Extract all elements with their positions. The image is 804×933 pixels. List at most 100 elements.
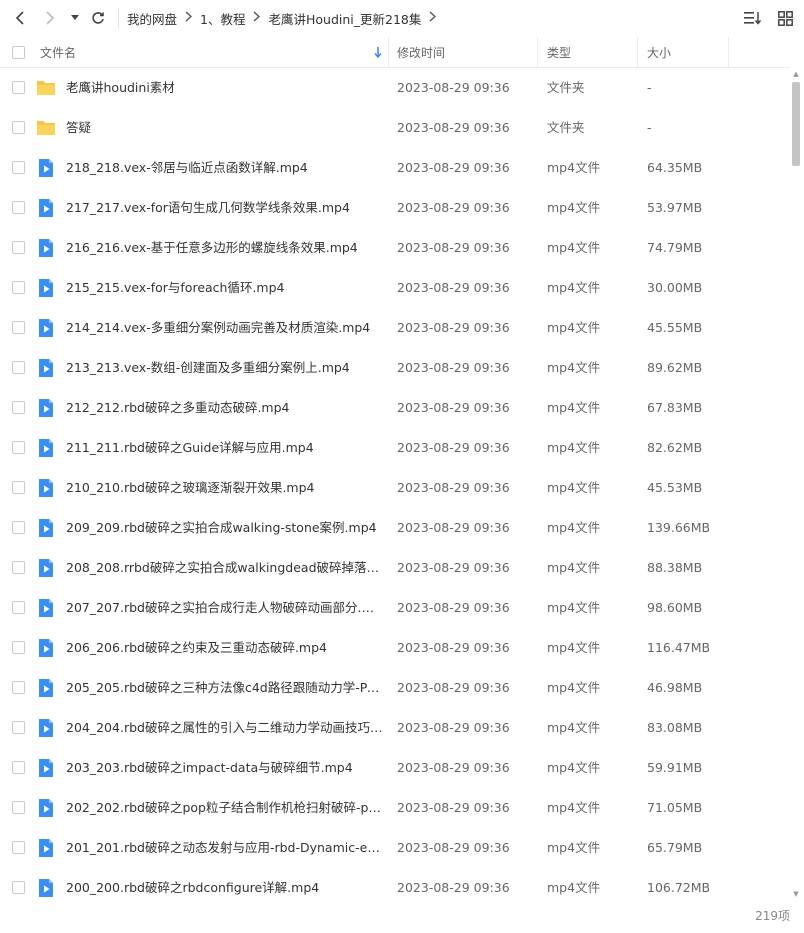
row-checkbox[interactable] <box>12 801 25 814</box>
file-modified-time: 2023-08-29 09:36 <box>397 720 510 735</box>
history-dropdown-button[interactable] <box>68 0 82 36</box>
file-row[interactable]: 206_206.rbd破碎之约束及三重动态破碎.mp4 2023-08-29 09… <box>0 628 790 668</box>
file-name[interactable]: 209_209.rbd破碎之实拍合成walking-stone案例.mp4 <box>66 508 386 548</box>
file-modified-time: 2023-08-29 09:36 <box>397 280 510 295</box>
file-row[interactable]: 210_210.rbd破碎之玻璃逐渐裂开效果.mp4 2023-08-29 09:… <box>0 468 790 508</box>
column-divider[interactable] <box>728 37 729 67</box>
row-checkbox[interactable] <box>12 361 25 374</box>
breadcrumb-item-root[interactable]: 我的网盘 <box>127 9 177 28</box>
item-count: 219项 <box>755 909 790 923</box>
column-divider[interactable] <box>637 37 638 67</box>
file-name[interactable]: 207_207.rbd破碎之实拍合成行走人物破碎动画部分.mp4 <box>66 588 386 628</box>
file-row[interactable]: 201_201.rbd破碎之动态发射与应用-rbd-Dynamic-emis..… <box>0 828 790 868</box>
row-checkbox[interactable] <box>12 241 25 254</box>
file-name[interactable]: 204_204.rbd破碎之属性的引入与二维动力学动画技巧-r... <box>66 708 386 748</box>
file-name[interactable]: 211_211.rbd破碎之Guide详解与应用.mp4 <box>66 428 386 468</box>
sort-desc-icon[interactable] <box>374 37 382 67</box>
row-checkbox[interactable] <box>12 201 25 214</box>
back-button[interactable] <box>8 0 32 36</box>
file-type: mp4文件 <box>547 240 601 255</box>
file-name[interactable]: 213_213.vex-数组-创建面及多重细分案例上.mp4 <box>66 348 386 388</box>
file-name[interactable]: 202_202.rbd破碎之pop粒子结合制作机枪扫射破碎-pop... <box>66 788 386 828</box>
sort-list-icon[interactable] <box>744 9 762 27</box>
file-row[interactable]: 老鹰讲houdini素材 2023-08-29 09:36 文件夹 - <box>0 68 790 108</box>
file-row[interactable]: 205_205.rbd破碎之三种方法像c4d路径跟随动力学-Path... 202… <box>0 668 790 708</box>
row-checkbox[interactable] <box>12 521 25 534</box>
row-checkbox[interactable] <box>12 761 25 774</box>
breadcrumb-item-tutorials[interactable]: 1、教程 <box>200 9 245 28</box>
file-row[interactable]: 214_214.vex-多重细分案例动画完善及材质渲染.mp4 2023-08-2… <box>0 308 790 348</box>
nav-divider <box>118 8 119 28</box>
row-checkbox[interactable] <box>12 121 25 134</box>
refresh-button[interactable] <box>86 0 110 36</box>
file-type: mp4文件 <box>547 640 601 655</box>
forward-button[interactable] <box>38 0 62 36</box>
file-name[interactable]: 201_201.rbd破碎之动态发射与应用-rbd-Dynamic-emis..… <box>66 828 386 868</box>
file-type: mp4文件 <box>547 320 601 335</box>
video-file-icon <box>36 198 56 218</box>
row-checkbox[interactable] <box>12 561 25 574</box>
file-name[interactable]: 218_218.vex-邻居与临近点函数详解.mp4 <box>66 148 386 188</box>
row-checkbox[interactable] <box>12 441 25 454</box>
file-row[interactable]: 204_204.rbd破碎之属性的引入与二维动力学动画技巧-r... 2023-0… <box>0 708 790 748</box>
file-name[interactable]: 216_216.vex-基于任意多边形的螺旋线条效果.mp4 <box>66 228 386 268</box>
row-checkbox[interactable] <box>12 81 25 94</box>
file-row[interactable]: 216_216.vex-基于任意多边形的螺旋线条效果.mp4 2023-08-29… <box>0 228 790 268</box>
file-name[interactable]: 210_210.rbd破碎之玻璃逐渐裂开效果.mp4 <box>66 468 386 508</box>
scroll-thumb[interactable] <box>792 82 800 166</box>
file-row[interactable]: 207_207.rbd破碎之实拍合成行走人物破碎动画部分.mp4 2023-08-… <box>0 588 790 628</box>
file-name[interactable]: 217_217.vex-for语句生成几何数学线条效果.mp4 <box>66 188 386 228</box>
file-row[interactable]: 203_203.rbd破碎之impact-data与破碎细节.mp4 2023-0… <box>0 748 790 788</box>
column-divider[interactable] <box>537 37 538 67</box>
vertical-scrollbar[interactable]: ▲ ▼ <box>790 68 802 898</box>
row-checkbox[interactable] <box>12 281 25 294</box>
file-name[interactable]: 215_215.vex-for与foreach循环.mp4 <box>66 268 386 308</box>
row-checkbox[interactable] <box>12 881 25 894</box>
file-name[interactable]: 208_208.rrbd破碎之实拍合成walkingdead破碎掉落粒... <box>66 548 386 588</box>
file-size: 83.08MB <box>647 720 703 735</box>
file-row[interactable]: 208_208.rrbd破碎之实拍合成walkingdead破碎掉落粒... 20… <box>0 548 790 588</box>
file-row[interactable]: 213_213.vex-数组-创建面及多重细分案例上.mp4 2023-08-29… <box>0 348 790 388</box>
row-checkbox[interactable] <box>12 681 25 694</box>
file-name[interactable]: 203_203.rbd破碎之impact-data与破碎细节.mp4 <box>66 748 386 788</box>
chevron-left-icon <box>15 11 24 25</box>
row-checkbox[interactable] <box>12 601 25 614</box>
row-checkbox[interactable] <box>12 161 25 174</box>
column-header-time[interactable]: 修改时间 <box>397 37 537 67</box>
file-row[interactable]: 215_215.vex-for与foreach循环.mp4 2023-08-29 … <box>0 268 790 308</box>
file-name[interactable]: 214_214.vex-多重细分案例动画完善及材质渲染.mp4 <box>66 308 386 348</box>
file-name[interactable]: 205_205.rbd破碎之三种方法像c4d路径跟随动力学-Path... <box>66 668 386 708</box>
column-header-size[interactable]: 大小 <box>647 37 727 67</box>
scroll-up-arrow-icon[interactable]: ▲ <box>790 70 802 78</box>
file-name[interactable]: 206_206.rbd破碎之约束及三重动态破碎.mp4 <box>66 628 386 668</box>
file-name[interactable]: 老鹰讲houdini素材 <box>66 68 386 108</box>
column-header-name[interactable]: 文件名 <box>40 37 388 67</box>
file-size: 53.97MB <box>647 200 703 215</box>
file-row[interactable]: 209_209.rbd破碎之实拍合成walking-stone案例.mp4 202… <box>0 508 790 548</box>
file-row[interactable]: 202_202.rbd破碎之pop粒子结合制作机枪扫射破碎-pop... 2023… <box>0 788 790 828</box>
row-checkbox[interactable] <box>12 641 25 654</box>
file-row[interactable]: 217_217.vex-for语句生成几何数学线条效果.mp4 2023-08-2… <box>0 188 790 228</box>
file-row[interactable]: 答疑 2023-08-29 09:36 文件夹 - <box>0 108 790 148</box>
file-row[interactable]: 211_211.rbd破碎之Guide详解与应用.mp4 2023-08-29 0… <box>0 428 790 468</box>
file-row[interactable]: 212_212.rbd破碎之多重动态破碎.mp4 2023-08-29 09:36… <box>0 388 790 428</box>
breadcrumb-item-current[interactable]: 老鹰讲Houdini_更新218集 <box>268 9 421 28</box>
select-all-checkbox[interactable] <box>12 46 25 59</box>
file-type: 文件夹 <box>547 120 585 135</box>
scroll-down-arrow-icon[interactable]: ▼ <box>790 890 802 898</box>
file-name[interactable]: 212_212.rbd破碎之多重动态破碎.mp4 <box>66 388 386 428</box>
column-header-type[interactable]: 类型 <box>547 37 637 67</box>
file-type: mp4文件 <box>547 360 601 375</box>
row-checkbox[interactable] <box>12 401 25 414</box>
video-file-icon <box>36 598 56 618</box>
row-checkbox[interactable] <box>12 841 25 854</box>
caret-down-icon <box>71 15 79 20</box>
grid-view-icon[interactable] <box>776 9 794 27</box>
column-divider[interactable] <box>388 37 389 67</box>
row-checkbox[interactable] <box>12 481 25 494</box>
file-row[interactable]: 218_218.vex-邻居与临近点函数详解.mp4 2023-08-29 09:… <box>0 148 790 188</box>
row-checkbox[interactable] <box>12 321 25 334</box>
file-size: 64.35MB <box>647 160 703 175</box>
file-name[interactable]: 答疑 <box>66 108 386 148</box>
row-checkbox[interactable] <box>12 721 25 734</box>
